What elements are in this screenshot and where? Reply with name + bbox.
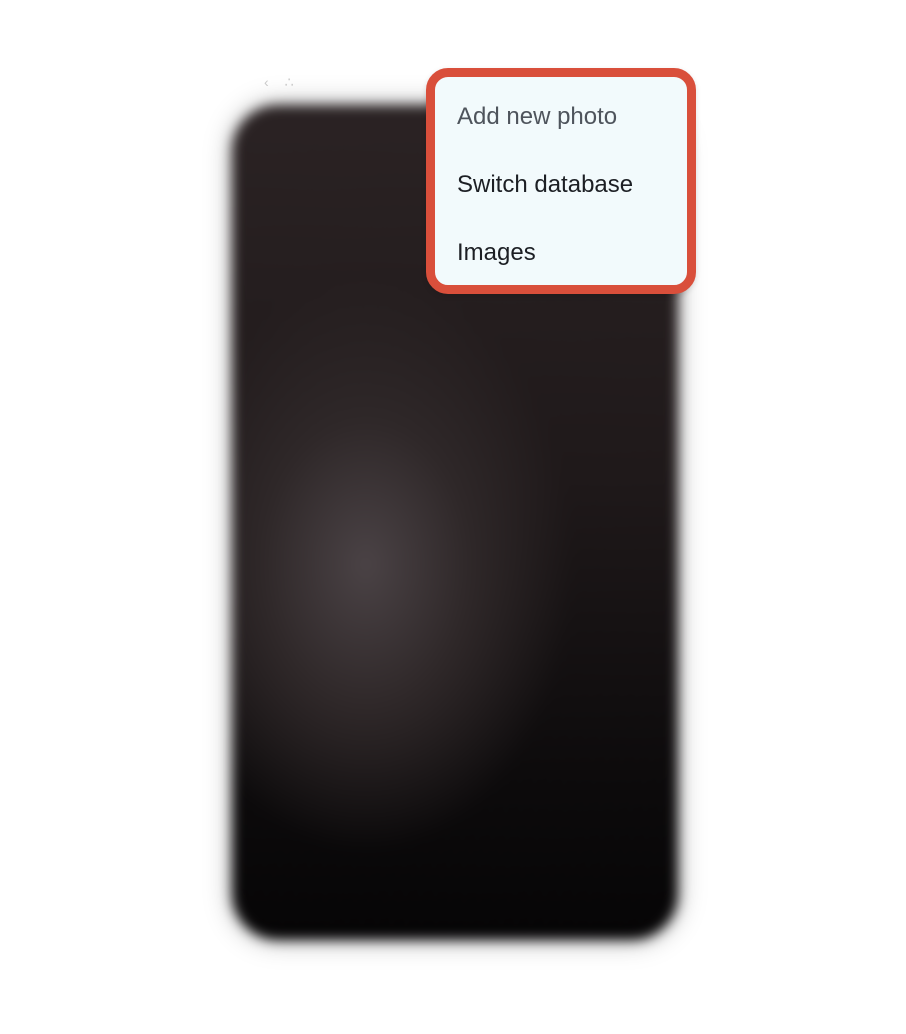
screenshot-stage: ‹ ∴ Add new photo Switch database Images [0, 0, 906, 1034]
menu-item-images[interactable]: Images [457, 239, 536, 267]
overflow-menu: Add new photo Switch database Images [426, 68, 696, 294]
status-bar-hint: ‹ ∴ [264, 74, 300, 90]
menu-item-add-new-photo[interactable]: Add new photo [457, 103, 617, 131]
menu-item-switch-database[interactable]: Switch database [457, 171, 633, 199]
